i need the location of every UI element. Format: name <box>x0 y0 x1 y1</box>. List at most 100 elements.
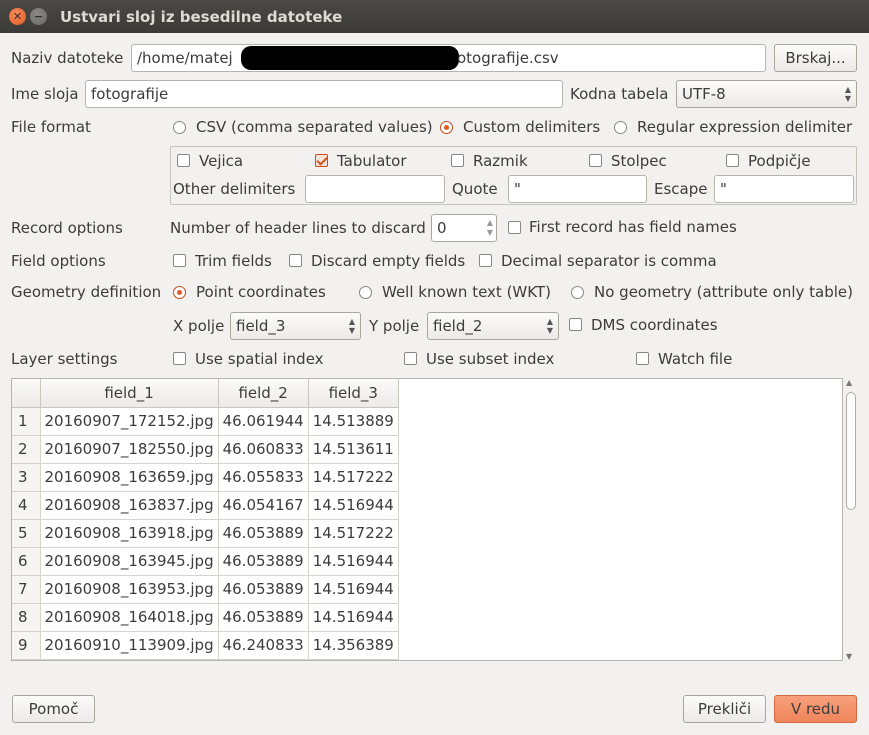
encoding-select[interactable]: UTF-8 ▲ ▼ <box>676 80 857 108</box>
table-cell[interactable]: 20160908_163918.jpg <box>40 519 219 548</box>
radio-csv[interactable] <box>173 121 186 134</box>
geometry-definition-label: Geometry definition <box>11 283 162 301</box>
table-cell[interactable]: 20160907_182550.jpg <box>40 435 219 464</box>
table-row[interactable]: 4 20160908_163837.jpg 46.054167 14.516944 <box>12 491 399 520</box>
table-cell[interactable]: 14.517222 <box>308 519 399 548</box>
radio-custom-delimiters[interactable] <box>440 121 453 134</box>
table-row[interactable]: 5 20160908_163918.jpg 46.053889 14.517222 <box>12 519 399 548</box>
table-row[interactable]: 6 20160908_163945.jpg 46.053889 14.516944 <box>12 547 399 576</box>
table-scrollbar[interactable]: ▲ ▼ <box>845 378 857 661</box>
checkbox-tabulator[interactable] <box>315 154 328 167</box>
checkbox-watch-file[interactable] <box>636 352 649 365</box>
table-cell[interactable]: 14.356389 <box>308 631 399 660</box>
row-number[interactable]: 6 <box>12 547 41 576</box>
row-number[interactable]: 5 <box>12 519 41 548</box>
table-cell[interactable]: 46.061944 <box>218 407 309 436</box>
scroll-up-icon[interactable]: ▲ <box>846 378 852 387</box>
ok-button[interactable]: V redu <box>774 695 857 723</box>
table-cell[interactable]: 20160908_164018.jpg <box>40 603 219 632</box>
radio-regex[interactable] <box>614 121 627 134</box>
y-field-select[interactable]: field_2 ▲ ▼ <box>427 312 559 340</box>
table-cell[interactable]: 20160908_163659.jpg <box>40 463 219 492</box>
table-cell[interactable]: 46.053889 <box>218 519 309 548</box>
window-title: Ustvari sloj iz besedilne datoteke <box>60 8 343 26</box>
checkbox-decimal-comma[interactable] <box>479 254 492 267</box>
table-cell[interactable]: 14.516944 <box>308 575 399 604</box>
table-row[interactable]: 8 20160908_164018.jpg 46.053889 14.516944 <box>12 603 399 632</box>
checkbox-stolpec[interactable] <box>589 154 602 167</box>
radio-point-coordinates[interactable] <box>173 286 186 299</box>
table-cell[interactable]: 20160908_163945.jpg <box>40 547 219 576</box>
table-cell[interactable]: 14.513611 <box>308 435 399 464</box>
table-cell[interactable]: 46.054167 <box>218 491 309 520</box>
checkbox-trim-fields[interactable] <box>173 254 186 267</box>
quote-input[interactable]: " <box>508 175 647 203</box>
x-field-label: X polje <box>173 317 225 335</box>
scroll-down-icon[interactable]: ▼ <box>846 652 852 661</box>
table-cell[interactable]: 14.517222 <box>308 463 399 492</box>
checkbox-podpicje[interactable] <box>726 154 739 167</box>
help-button[interactable]: Pomoč <box>12 695 95 723</box>
checkbox-dms[interactable] <box>569 318 582 331</box>
checkbox-discard-empty[interactable] <box>289 254 302 267</box>
row-number[interactable]: 3 <box>12 463 41 492</box>
redaction-mark <box>241 46 459 70</box>
row-number[interactable]: 2 <box>12 435 41 464</box>
column-header[interactable]: field_1 <box>40 379 219 408</box>
corner-header <box>12 379 41 408</box>
table-cell[interactable]: 14.516944 <box>308 547 399 576</box>
table-row[interactable]: 7 20160908_163953.jpg 46.053889 14.516944 <box>12 575 399 604</box>
table-cell[interactable]: 46.053889 <box>218 547 309 576</box>
table-cell[interactable]: 20160910_113909.jpg <box>40 631 219 660</box>
x-field-select[interactable]: field_3 ▲ ▼ <box>230 312 361 340</box>
radio-no-geometry[interactable] <box>571 286 584 299</box>
table-cell[interactable]: 46.053889 <box>218 603 309 632</box>
checkbox-vejica[interactable] <box>177 154 190 167</box>
escape-input[interactable]: " <box>714 175 854 203</box>
row-number[interactable]: 7 <box>12 575 41 604</box>
table-cell[interactable]: 14.516944 <box>308 603 399 632</box>
table-row[interactable]: 9 20160910_113909.jpg 46.240833 14.356389 <box>12 631 399 660</box>
table-cell[interactable]: 46.055833 <box>218 463 309 492</box>
checkbox-decimal-label: Decimal separator is comma <box>501 252 717 270</box>
checkbox-subset-index[interactable] <box>404 352 417 365</box>
table-cell[interactable]: 20160907_172152.jpg <box>40 407 219 436</box>
y-field-label: Y polje <box>369 317 420 335</box>
table-cell[interactable]: 46.060833 <box>218 435 309 464</box>
file-format-label: File format <box>11 118 91 136</box>
spin-arrows-icon[interactable]: ▲ ▼ <box>487 218 493 238</box>
table-cell[interactable]: 20160908_163837.jpg <box>40 491 219 520</box>
other-delimiters-input[interactable] <box>305 175 445 203</box>
other-delimiters-label: Other delimiters <box>173 180 296 198</box>
table-cell[interactable]: 14.513889 <box>308 407 399 436</box>
column-header[interactable]: field_2 <box>218 379 309 408</box>
table-cell[interactable]: 46.240833 <box>218 631 309 660</box>
table-cell[interactable]: 46.053889 <box>218 575 309 604</box>
checkbox-razmik[interactable] <box>451 154 464 167</box>
table-cell[interactable]: 20160908_163953.jpg <box>40 575 219 604</box>
browse-button[interactable]: Brskaj... <box>774 44 857 72</box>
checkbox-first-record[interactable] <box>508 221 521 234</box>
layer-name-input[interactable]: fotografije <box>85 80 563 108</box>
checkbox-stolpec-label: Stolpec <box>611 152 667 170</box>
row-number[interactable]: 9 <box>12 631 41 660</box>
close-icon[interactable]: ✕ <box>9 8 26 25</box>
table-row[interactable]: 1 20160907_172152.jpg 46.061944 14.513889 <box>12 407 399 436</box>
radio-wkt[interactable] <box>359 286 372 299</box>
layer-name-label: Ime sloja <box>11 85 79 103</box>
table-row[interactable]: 2 20160907_182550.jpg 46.060833 14.513611 <box>12 435 399 464</box>
row-number[interactable]: 8 <box>12 603 41 632</box>
column-header[interactable]: field_3 <box>308 379 399 408</box>
row-number[interactable]: 1 <box>12 407 41 436</box>
preview-table[interactable]: field_1 field_2 field_3 1 20160907_172152… <box>11 378 843 661</box>
minimize-icon[interactable]: − <box>30 8 47 25</box>
scroll-thumb[interactable] <box>846 392 856 510</box>
checkbox-spatial-index[interactable] <box>173 352 186 365</box>
table-row[interactable]: 3 20160908_163659.jpg 46.055833 14.517222 <box>12 463 399 492</box>
header-lines-spinbox[interactable]: 0 ▲ ▼ <box>431 214 497 242</box>
checkbox-discard-label: Discard empty fields <box>311 252 466 270</box>
table-cell[interactable]: 14.516944 <box>308 491 399 520</box>
checkbox-subset-label: Use subset index <box>426 350 555 368</box>
row-number[interactable]: 4 <box>12 491 41 520</box>
cancel-button[interactable]: Prekliči <box>683 695 766 723</box>
